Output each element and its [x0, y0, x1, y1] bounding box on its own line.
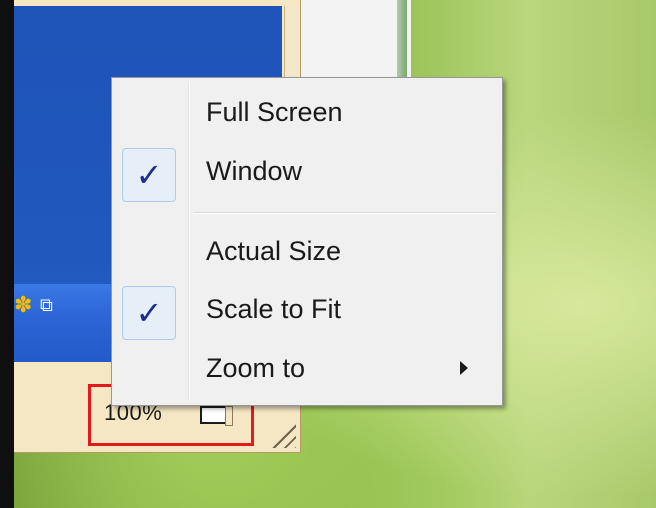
menu-item-label: Full Screen	[206, 97, 343, 127]
screenshot-scene: ✽ ⧉ 100% Full Screen ✓ Window Actual Siz…	[0, 0, 656, 508]
menu-item-label: Scale to Fit	[206, 294, 342, 324]
chevron-right-icon	[460, 361, 468, 375]
menu-item-full-screen[interactable]: Full Screen	[114, 84, 500, 142]
menu-item-label: Window	[206, 156, 303, 186]
menu-item-actual-size[interactable]: Actual Size	[114, 223, 500, 281]
menu-item-label: Zoom to	[206, 353, 306, 383]
background-window-edge	[300, 0, 411, 80]
view-context-menu: Full Screen ✓ Window Actual Size ✓ Scale…	[111, 77, 503, 406]
system-tray: ✽ ⧉	[14, 294, 60, 316]
menu-item-label: Actual Size	[206, 236, 342, 266]
network-icon[interactable]: ⧉	[40, 295, 60, 315]
resize-grip-icon[interactable]	[270, 422, 296, 448]
menu-separator	[194, 212, 496, 214]
menu-item-zoom-to[interactable]: Zoom to	[114, 340, 500, 398]
checkmark-icon: ✓	[135, 156, 163, 194]
checkmark-icon: ✓	[135, 294, 163, 332]
check-indicator: ✓	[122, 148, 176, 202]
menu-item-window[interactable]: ✓ Window	[114, 143, 500, 202]
menu-item-scale-to-fit[interactable]: ✓ Scale to Fit	[114, 281, 500, 340]
flower-icon[interactable]: ✽	[14, 294, 36, 316]
check-indicator: ✓	[122, 286, 176, 340]
